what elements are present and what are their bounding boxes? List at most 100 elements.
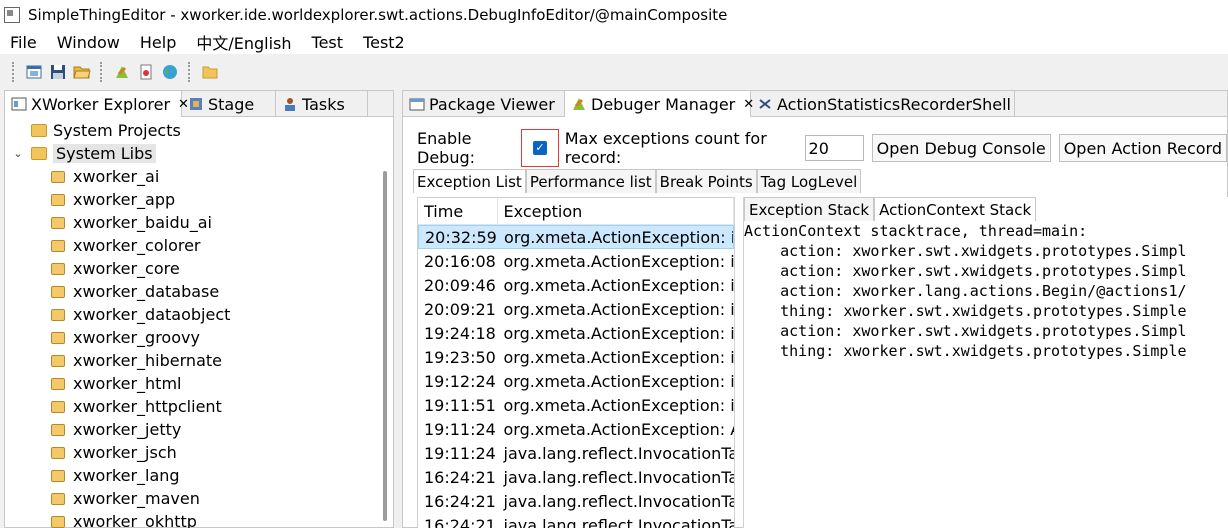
tree-item-lib[interactable]: xworker_baidu_ai [5, 211, 393, 234]
library-icon [51, 308, 65, 321]
time-cell: 19:11:24 [424, 443, 496, 463]
tree-item-label: xworker_groovy [73, 328, 200, 347]
tree-scrollbar[interactable] [383, 171, 387, 521]
max-exceptions-input[interactable]: 20 [804, 135, 864, 161]
tab-tag-loglevel[interactable]: Tag LogLevel [756, 169, 862, 193]
menu-test[interactable]: Test [302, 33, 354, 52]
library-icon [51, 515, 65, 528]
tree-item-label: xworker_lang [73, 466, 180, 485]
tree-item-lib[interactable]: xworker_okhttp [5, 510, 393, 528]
package-icon [409, 96, 425, 112]
tab-actioncontext-stack[interactable]: ActionContext Stack [874, 197, 1037, 221]
tree-item-lib[interactable]: xworker_html [5, 372, 393, 395]
save-icon[interactable] [48, 62, 68, 82]
tree-item-lib[interactable]: xworker_colorer [5, 234, 393, 257]
tab-xworker-explorer[interactable]: XWorker Explorer ✕ [5, 91, 189, 117]
library-icon [51, 262, 65, 275]
tab-exception-stack[interactable]: Exception Stack [744, 197, 875, 221]
tree-item-label: xworker_database [73, 282, 220, 301]
column-header-exception[interactable]: Exception [498, 198, 734, 224]
tree-item-label: xworker_ai [73, 167, 160, 186]
table-row[interactable]: 16:24:21 java.lang.reflect.InvocationTarg… [418, 465, 734, 489]
open-action-record-button[interactable]: Open Action Record [1058, 134, 1227, 162]
toolbar-grip[interactable] [12, 62, 16, 82]
tab-label: Tasks [302, 94, 345, 114]
table-row[interactable]: 16:24:21 java.lang.reflect.InvocationTarg… [418, 489, 734, 513]
tree-item-lib[interactable]: xworker_jetty [5, 418, 393, 441]
exception-cell: org.xmeta.ActionException: init [503, 395, 734, 415]
tree-item-lib[interactable]: xworker_httpclient [5, 395, 393, 418]
tree-item-label: xworker_hibernate [73, 351, 222, 370]
title-bar: SimpleThingEditor - xworker.ide.worldexp… [0, 0, 1228, 30]
table-row[interactable]: 19:24:18 org.xmeta.ActionException: init [418, 321, 734, 345]
stack-line: action: xworker.swt.xwidgets.prototypes.… [744, 242, 1187, 260]
menu-help[interactable]: Help [130, 33, 186, 52]
tree-item-lib[interactable]: xworker_core [5, 257, 393, 280]
tree-item-lib[interactable]: xworker_app [5, 188, 393, 211]
library-icon [51, 354, 65, 367]
exception-cell: java.lang.reflect.InvocationTarge [503, 467, 734, 487]
exception-cell: java.lang.reflect.InvocationTarge [503, 515, 734, 528]
stack-line: thing: xworker.swt.xwidgets.prototypes.S… [744, 302, 1187, 320]
table-row[interactable]: 20:16:08 org.xmeta.ActionException: init [418, 249, 734, 273]
stack-line: action: xworker.lang.actions.Begin/@acti… [744, 282, 1187, 300]
tree-item-lib[interactable]: xworker_groovy [5, 326, 393, 349]
time-cell: 19:11:51 [424, 395, 496, 415]
table-row[interactable]: 19:23:50 org.xmeta.ActionException: init [418, 345, 734, 369]
library-icon [51, 492, 65, 505]
chevron-down-icon[interactable]: ⌄ [11, 147, 25, 160]
tree-item-lib[interactable]: xworker_lang [5, 464, 393, 487]
toolbar [0, 56, 1228, 88]
tree-item-lib[interactable]: xworker_jsch [5, 441, 393, 464]
table-row[interactable]: 16:24:21 java.lang.reflect.InvocationTarg… [418, 513, 734, 528]
tab-package-viewer[interactable]: Package Viewer [403, 91, 565, 117]
tab-performance-list[interactable]: Performance list [525, 169, 656, 193]
table-row[interactable]: 19:11:24 java.lang.reflect.InvocationTarg… [418, 441, 734, 465]
table-row[interactable]: 20:09:21 org.xmeta.ActionException: init [418, 297, 734, 321]
tab-break-points[interactable]: Break Points [655, 169, 757, 193]
time-cell: 16:24:21 [424, 491, 496, 511]
tree-item-lib[interactable]: xworker_maven [5, 487, 393, 510]
menu-test2[interactable]: Test2 [353, 33, 415, 52]
open-debug-console-button[interactable]: Open Debug Console [871, 134, 1051, 162]
table-row[interactable]: 19:11:24 org.xmeta.ActionException: Act [418, 417, 734, 441]
new-window-icon[interactable] [24, 62, 44, 82]
column-header-time[interactable]: Time [418, 198, 498, 224]
library-icon [51, 285, 65, 298]
menu-language[interactable]: 中文/English [186, 30, 301, 54]
tree-item-lib[interactable]: xworker_ai [5, 165, 393, 188]
tab-action-statistics[interactable]: ActionStatisticsRecorderShell [751, 91, 1015, 117]
tab-stage[interactable]: Stage [182, 91, 276, 117]
enable-debug-checkbox[interactable]: ✓ [533, 141, 548, 155]
app-icon [4, 7, 20, 23]
table-row[interactable]: 19:11:51 org.xmeta.ActionException: init [418, 393, 734, 417]
toolbar-separator [100, 62, 104, 82]
tree-item-label: xworker_dataobject [73, 305, 231, 324]
tree-item-lib[interactable]: xworker_hibernate [5, 349, 393, 372]
thing-icon[interactable] [136, 62, 156, 82]
toolbar-separator-2 [188, 62, 192, 82]
time-cell: 20:09:46 [424, 275, 496, 295]
tab-label: Stage [208, 94, 255, 114]
menu-window[interactable]: Window [47, 33, 130, 52]
explorer-tree: System Projects ⌄ System Libs xworker_ai… [5, 117, 393, 528]
folder-icon[interactable] [200, 62, 220, 82]
tree-item-lib[interactable]: xworker_dataobject [5, 303, 393, 326]
time-cell: 19:11:24 [424, 419, 496, 439]
table-row[interactable]: 19:12:24 org.xmeta.ActionException: init [418, 369, 734, 393]
tree-item-lib[interactable]: xworker_database [5, 280, 393, 303]
tree-item-system-libs[interactable]: ⌄ System Libs [5, 142, 393, 165]
menu-file[interactable]: File [0, 33, 47, 52]
open-folder-icon[interactable] [72, 62, 92, 82]
library-icon [51, 446, 65, 459]
table-row[interactable]: 20:09:46 org.xmeta.ActionException: init [418, 273, 734, 297]
tab-debuger-manager[interactable]: Debuger Manager ✕ [565, 91, 754, 117]
exception-cell: java.lang.reflect.InvocationTarge [503, 443, 734, 463]
tree-item-system-projects[interactable]: System Projects [5, 119, 393, 142]
tab-exception-list[interactable]: Exception List [413, 169, 526, 193]
tab-tasks[interactable]: Tasks [276, 91, 368, 117]
debug-icon[interactable] [112, 62, 132, 82]
globe-icon[interactable] [160, 62, 180, 82]
library-icon [51, 216, 65, 229]
table-row[interactable]: 20:32:59 org.xmeta.ActionException: init [418, 225, 734, 249]
